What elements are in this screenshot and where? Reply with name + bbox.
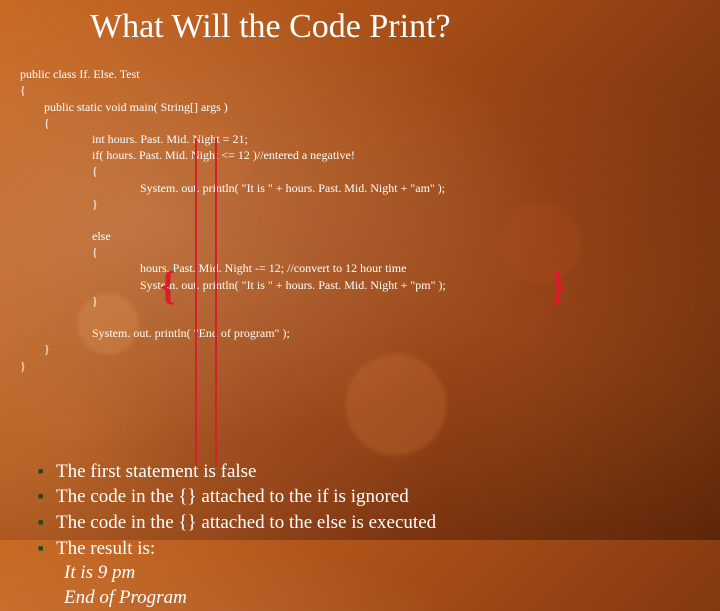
red-vertical-line — [215, 138, 217, 466]
code-line: System. out. println( "It is " + hours. … — [20, 181, 445, 195]
bullet-item: The code in the {} attached to the else … — [38, 510, 700, 536]
slide-title: What Will the Code Print? — [90, 8, 700, 46]
result-line: End of Program — [64, 586, 700, 611]
bullet-list: The first statement is false The code in… — [20, 459, 700, 562]
bullet-item: The code in the {} attached to the if is… — [38, 484, 700, 510]
code-line: hours. Past. Mid. Night -= 12; //convert… — [20, 261, 406, 275]
code-line: { — [20, 116, 50, 130]
code-line: { — [20, 245, 98, 259]
code-line: else — [20, 229, 111, 243]
code-line: } — [20, 342, 50, 356]
code-line: int hours. Past. Mid. Night = 21; — [20, 132, 248, 146]
result-output: It is 9 pm End of Program — [64, 561, 700, 610]
red-brace-right: } — [550, 266, 566, 306]
code-line: { — [20, 164, 98, 178]
code-line: System. out. println( "End of program" )… — [20, 326, 290, 340]
red-brace-left: { — [160, 266, 176, 306]
bullet-item: The result is: — [38, 536, 700, 562]
code-block: public class If. Else. Test { public sta… — [20, 50, 700, 455]
code-line: System. out. println( "It is " + hours. … — [20, 278, 446, 292]
code-line: } — [20, 294, 98, 308]
code-line: { — [20, 83, 26, 97]
code-line: if( hours. Past. Mid. Night <= 12 )//ent… — [20, 148, 355, 162]
red-vertical-line — [195, 138, 197, 466]
code-line: public static void main( String[] args ) — [20, 100, 228, 114]
result-line: It is 9 pm — [64, 561, 700, 586]
code-line: } — [20, 359, 26, 373]
bullet-item: The first statement is false — [38, 459, 700, 485]
code-line: } — [20, 197, 98, 211]
code-line: public class If. Else. Test — [20, 67, 140, 81]
